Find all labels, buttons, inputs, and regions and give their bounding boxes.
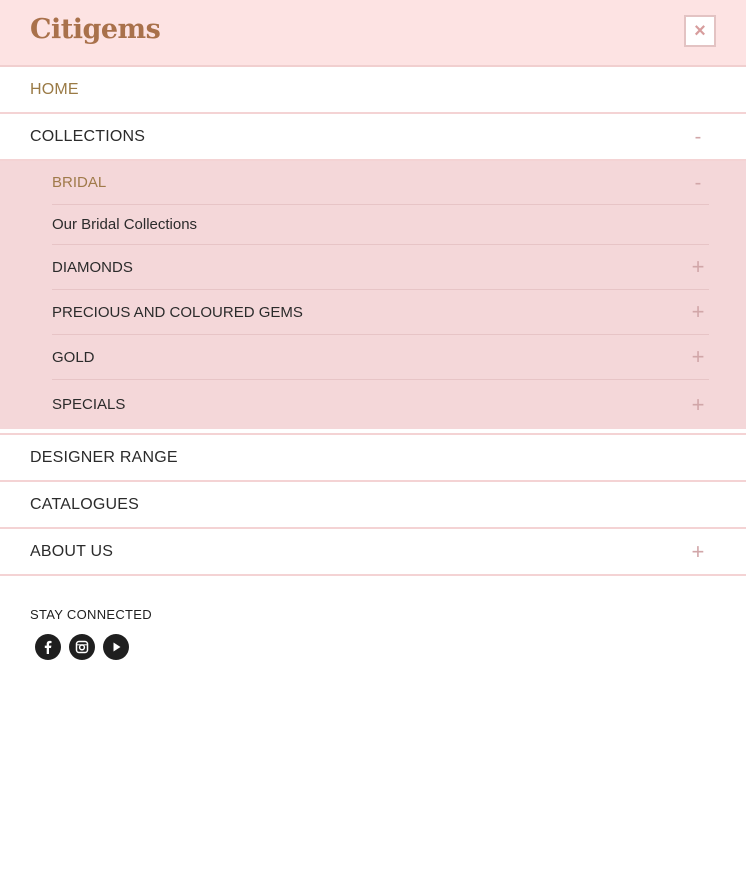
collapse-icon[interactable]: - [689,173,707,193]
collapse-icon[interactable]: - [689,127,707,147]
expand-icon[interactable]: + [689,301,707,323]
expand-icon[interactable]: + [689,256,707,278]
facebook-icon[interactable] [35,634,61,660]
close-menu-button[interactable]: × [684,15,716,47]
submenu-item-precious-gems[interactable]: PRECIOUS AND COLOURED GEMS + [52,290,709,335]
expand-icon[interactable]: + [689,346,707,368]
expand-icon[interactable]: + [689,393,707,416]
collections-submenu: BRIDAL - Our Bridal Collections DIAMONDS… [0,161,746,433]
menu-item-collections[interactable]: COLLECTIONS - [0,114,746,161]
header: Citigems × [0,0,746,67]
submenu-item-label: SPECIALS [52,396,126,413]
close-icon: × [694,19,706,42]
submenu-item-label: DIAMONDS [52,258,133,276]
submenu-item-label: PRECIOUS AND COLOURED GEMS [52,303,303,321]
submenu-item-gold[interactable]: GOLD + [52,335,709,380]
menu-item-designer-range[interactable]: DESIGNER RANGE [0,435,746,482]
social-links [0,622,746,660]
submenu-item-bridal[interactable]: BRIDAL - [52,161,709,205]
menu-item-label: ABOUT US [30,542,114,560]
instagram-icon[interactable] [69,634,95,660]
submenu-item-our-bridal-collections[interactable]: Our Bridal Collections [52,205,709,245]
menu-item-label: CATALOGUES [30,495,139,513]
stay-connected-heading: STAY CONNECTED [30,607,152,622]
submenu-item-diamonds[interactable]: DIAMONDS + [52,245,709,290]
submenu-item-specials[interactable]: SPECIALS + [52,380,709,429]
menu-item-catalogues[interactable]: CATALOGUES [0,482,746,529]
expand-icon[interactable]: + [689,540,707,563]
submenu-item-label: BRIDAL [52,174,107,191]
menu-item-label: DESIGNER RANGE [30,448,178,466]
submenu-item-label: Our Bridal Collections [52,216,198,233]
menu-item-about-us[interactable]: ABOUT US + [0,529,746,576]
submenu-item-label: GOLD [52,348,95,366]
menu-item-home[interactable]: HOME [0,67,746,114]
citigems-logo[interactable]: Citigems [30,14,161,45]
menu-item-label: COLLECTIONS [30,127,146,145]
mobile-menu: HOME COLLECTIONS - BRIDAL - Our Bridal C… [0,67,746,576]
youtube-icon[interactable] [103,634,129,660]
menu-item-label: HOME [30,80,79,98]
